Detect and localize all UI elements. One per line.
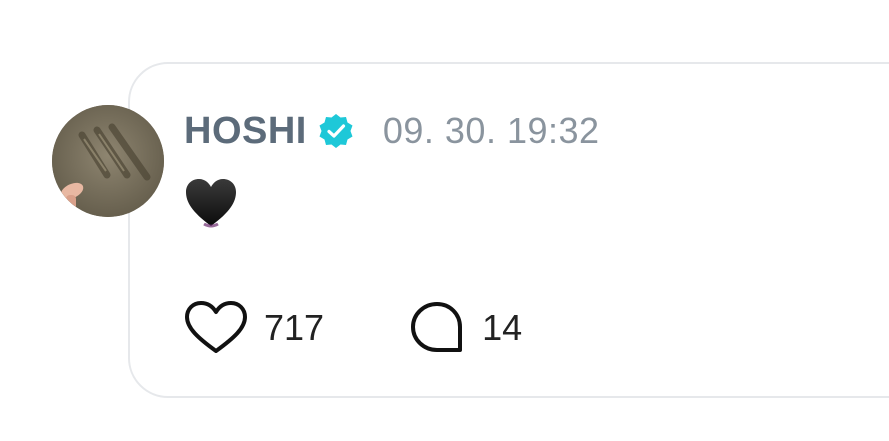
comment-bubble-icon[interactable] — [408, 299, 466, 357]
comment-header: HOSHI 09. 30. 19:32 — [184, 108, 600, 154]
comment-count: 14 — [482, 307, 523, 348]
comment-actions: 717 14 — [184, 298, 522, 358]
comment-button[interactable]: 14 — [408, 299, 522, 357]
black-heart-emoji — [184, 176, 238, 230]
like-count: 717 — [264, 307, 325, 348]
heart-outline-icon[interactable] — [184, 300, 248, 356]
comment-timestamp: 09. 30. 19:32 — [382, 110, 600, 151]
like-button[interactable]: 717 — [184, 300, 324, 356]
author-name[interactable]: HOSHI — [184, 110, 307, 153]
verified-badge-icon — [317, 112, 355, 150]
avatar[interactable] — [52, 105, 164, 217]
